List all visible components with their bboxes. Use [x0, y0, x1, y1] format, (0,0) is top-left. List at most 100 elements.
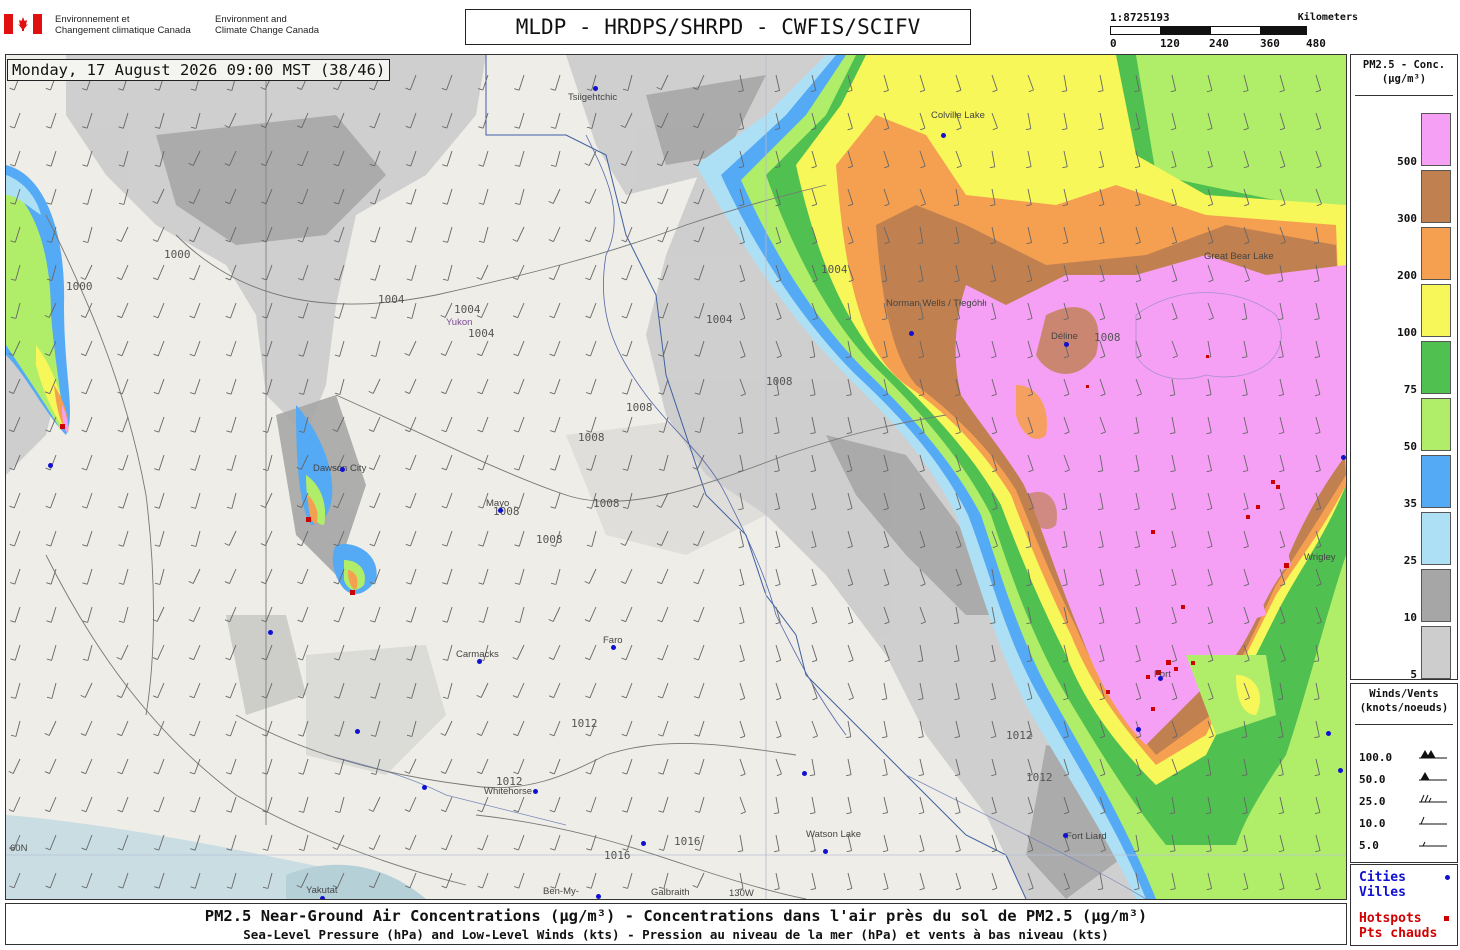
wind-barb-flag — [512, 656, 518, 660]
wind-barb — [625, 606, 633, 622]
wind-barb — [230, 758, 237, 775]
wind-barb-flag — [116, 695, 122, 699]
wind-barb — [554, 454, 561, 471]
wind-barb — [518, 530, 525, 547]
city-marker[interactable] — [941, 133, 946, 138]
wind-barb-flag — [406, 202, 412, 205]
wind-barb — [157, 644, 165, 660]
city-marker[interactable] — [498, 508, 503, 513]
wind-barb — [519, 568, 525, 585]
wind-barb-flag — [477, 429, 483, 433]
wind-barb-flag — [296, 543, 302, 547]
wind-barb-flag — [440, 809, 446, 813]
city-marker[interactable] — [340, 467, 345, 472]
wind-barb — [87, 606, 93, 623]
wind-barb-flag — [585, 392, 591, 395]
wind-barb — [481, 758, 489, 774]
wind-barb-flag — [812, 659, 818, 663]
legend-swatch-label: 75 — [1403, 383, 1417, 396]
wind-barb — [661, 226, 669, 243]
wind-barb-flag — [369, 505, 375, 509]
place-label: Norman Wells / Tłegóhłı — [886, 298, 988, 309]
isobar-label: 1004 — [706, 313, 733, 326]
city-marker[interactable] — [1341, 455, 1346, 460]
city-marker[interactable] — [596, 894, 601, 899]
wind-barb — [590, 416, 597, 433]
wind-barb — [663, 834, 669, 851]
city-marker[interactable] — [355, 729, 360, 734]
wind-barb-flag — [82, 658, 89, 661]
city-marker[interactable] — [641, 841, 646, 846]
wind-barb — [336, 834, 345, 850]
wind-barb-flag — [10, 620, 16, 623]
wind-barb-flag — [513, 468, 519, 471]
wind-barb — [409, 454, 417, 470]
wind-barb — [847, 796, 852, 813]
city-marker[interactable] — [611, 645, 616, 650]
wind-barb-flag — [884, 659, 890, 663]
wind-barb-flag — [548, 239, 554, 243]
wind-barb — [444, 302, 453, 318]
wind-barb — [229, 568, 237, 584]
smoke-forecast-map[interactable]: 1000 1000 1004 1004 1004 1004 1004 1008 … — [5, 54, 1347, 900]
wind-barb-flag — [441, 885, 447, 889]
city-marker[interactable] — [802, 771, 807, 776]
city-marker[interactable] — [823, 849, 828, 854]
wind-barb — [374, 226, 381, 243]
wind-barb-flag — [513, 886, 519, 889]
city-marker[interactable] — [320, 896, 325, 899]
wind-barb — [14, 150, 21, 167]
legend-divider — [1355, 95, 1453, 96]
city-marker[interactable] — [477, 659, 482, 664]
hotspot-marker — [306, 517, 311, 522]
wind-barb — [446, 606, 453, 623]
city-marker[interactable] — [909, 331, 914, 336]
wind-barb — [883, 682, 888, 699]
city-marker[interactable] — [1326, 731, 1331, 736]
wind-barb-flag — [370, 278, 376, 281]
wind-barb — [554, 492, 561, 509]
wind-barb-flag — [189, 353, 195, 357]
wind-barb — [739, 796, 746, 813]
city-marker[interactable] — [1064, 342, 1069, 347]
wind-barb — [157, 720, 165, 736]
wind-barb — [589, 188, 597, 204]
wind-barb — [50, 606, 57, 623]
wind-barb — [410, 568, 417, 585]
wind-barb — [517, 682, 525, 698]
city-marker[interactable] — [1338, 768, 1343, 773]
wind-barb-flag — [9, 87, 15, 91]
wind-barb — [955, 872, 962, 889]
isobar-label: 1008 — [593, 497, 620, 510]
city-marker[interactable] — [533, 789, 538, 794]
wind-barb — [409, 378, 417, 394]
city-marker[interactable] — [268, 630, 273, 635]
wind-barb-flag — [118, 582, 124, 585]
city-marker[interactable] — [48, 463, 53, 468]
city-marker[interactable] — [593, 86, 598, 91]
wind-barb — [408, 340, 417, 356]
wind-barb-flag — [811, 583, 817, 587]
scale-ratio: 1:8725193 — [1110, 11, 1170, 24]
wind-barb — [445, 340, 453, 356]
wind-barb — [552, 606, 561, 622]
city-marker[interactable] — [1063, 833, 1068, 838]
wind-barb — [373, 530, 381, 547]
city-marker[interactable] — [422, 785, 427, 790]
wind-barb — [267, 834, 273, 851]
forecast-timestamp: Monday, 17 August 2026 09:00 MST (38/46) — [7, 59, 391, 81]
wind-barb — [518, 112, 525, 129]
wind-barb — [375, 340, 381, 357]
wind-barb-flag — [226, 810, 232, 813]
wind-barb-flag — [334, 810, 341, 813]
wind-barb — [482, 74, 489, 91]
city-marker[interactable] — [1136, 727, 1141, 732]
wind-barb-flag — [658, 810, 664, 813]
scale-bar: 1:8725193 Kilometers 0 120 240 360 480 — [1110, 8, 1358, 52]
wind-barb — [120, 644, 129, 660]
wind-barb — [230, 416, 237, 433]
wind-barb-flag — [82, 202, 88, 205]
wind-barb-flag — [225, 657, 231, 661]
wind-barb — [482, 150, 489, 167]
city-marker[interactable] — [1158, 676, 1163, 681]
